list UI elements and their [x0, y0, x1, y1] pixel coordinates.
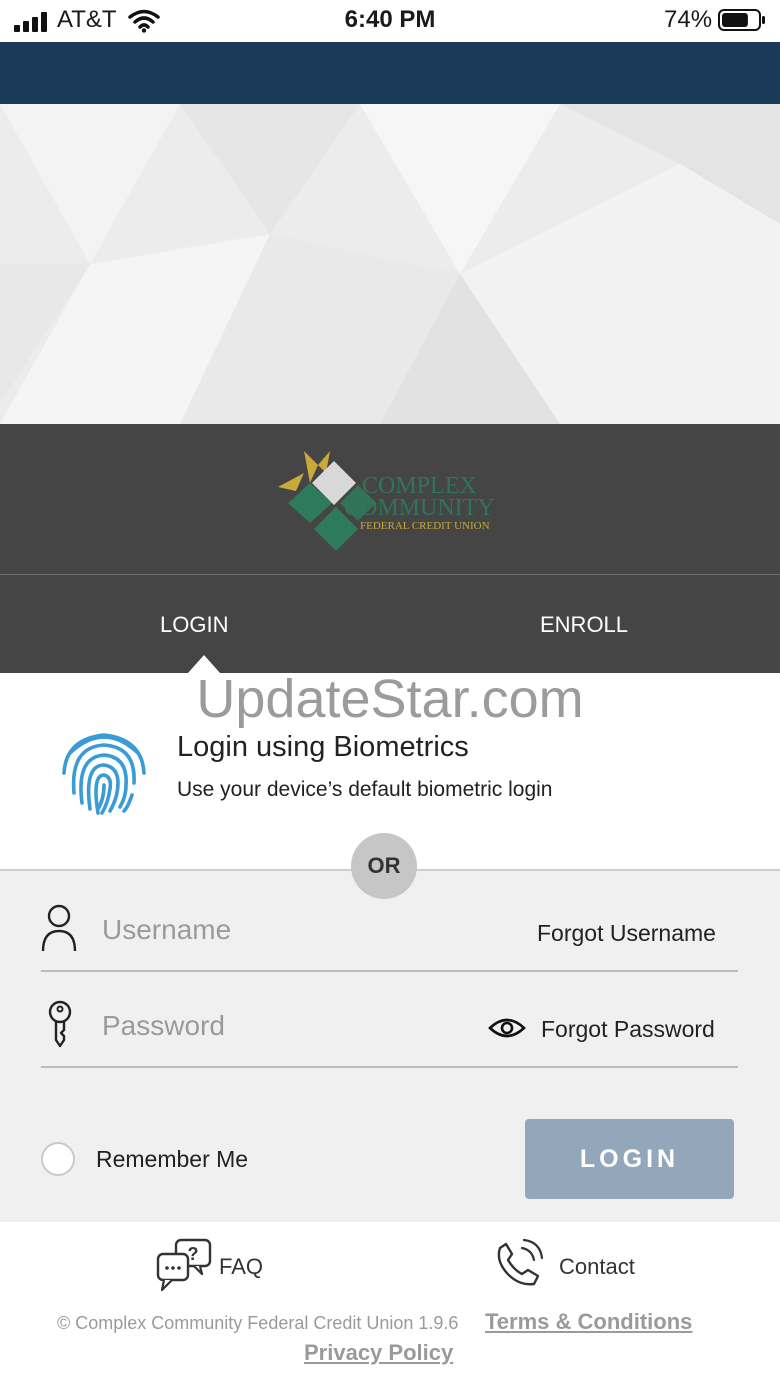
forgot-username-link[interactable]: Forgot Username	[537, 920, 716, 947]
hero-pattern	[0, 104, 780, 424]
watermark: UpdateStar.com	[196, 669, 584, 729]
biometrics-subtitle: Use your device’s default biometric logi…	[177, 778, 553, 801]
or-separator: OR	[351, 833, 417, 899]
remember-me-label[interactable]: Remember Me	[96, 1146, 248, 1173]
tab-enroll[interactable]: ENROLL	[540, 612, 628, 638]
svg-text:COMMUNITY: COMMUNITY	[344, 495, 495, 521]
password-input[interactable]	[102, 1006, 462, 1046]
login-button[interactable]: LOGIN	[525, 1119, 734, 1199]
credit-union-logo: COMPLEX COMMUNITY FEDERAL CREDIT UNION	[278, 451, 495, 551]
tab-login[interactable]: LOGIN	[160, 612, 228, 638]
username-underline	[41, 970, 738, 972]
auth-tabs	[0, 575, 780, 673]
top-nav-bar	[0, 42, 780, 104]
remember-me-radio[interactable]	[41, 1142, 75, 1176]
username-input[interactable]	[102, 910, 502, 950]
contact-link[interactable]: Contact	[559, 1254, 635, 1280]
forgot-password-link[interactable]: Forgot Password	[541, 1016, 715, 1043]
eye-icon[interactable]	[488, 1016, 526, 1040]
faq-chat-icon[interactable]: ?	[156, 1238, 214, 1292]
fingerprint-icon[interactable]	[56, 723, 152, 819]
svg-text:FEDERAL CREDIT UNION: FEDERAL CREDIT UNION	[360, 520, 490, 532]
faq-link[interactable]: FAQ	[219, 1254, 263, 1280]
copyright-text: © Complex Community Federal Credit Union…	[57, 1313, 459, 1333]
terms-link[interactable]: Terms & Conditions	[485, 1309, 692, 1335]
hero-banner	[0, 104, 780, 424]
password-underline	[41, 1066, 738, 1068]
battery-percent: 74%	[664, 6, 713, 33]
privacy-link[interactable]: Privacy Policy	[304, 1340, 453, 1366]
user-icon	[41, 904, 77, 952]
battery-icon	[718, 9, 765, 31]
biometrics-title[interactable]: Login using Biometrics	[177, 731, 469, 764]
key-icon	[48, 1000, 72, 1048]
phone-icon[interactable]	[494, 1238, 544, 1288]
clock: 6:40 PM	[344, 6, 436, 33]
